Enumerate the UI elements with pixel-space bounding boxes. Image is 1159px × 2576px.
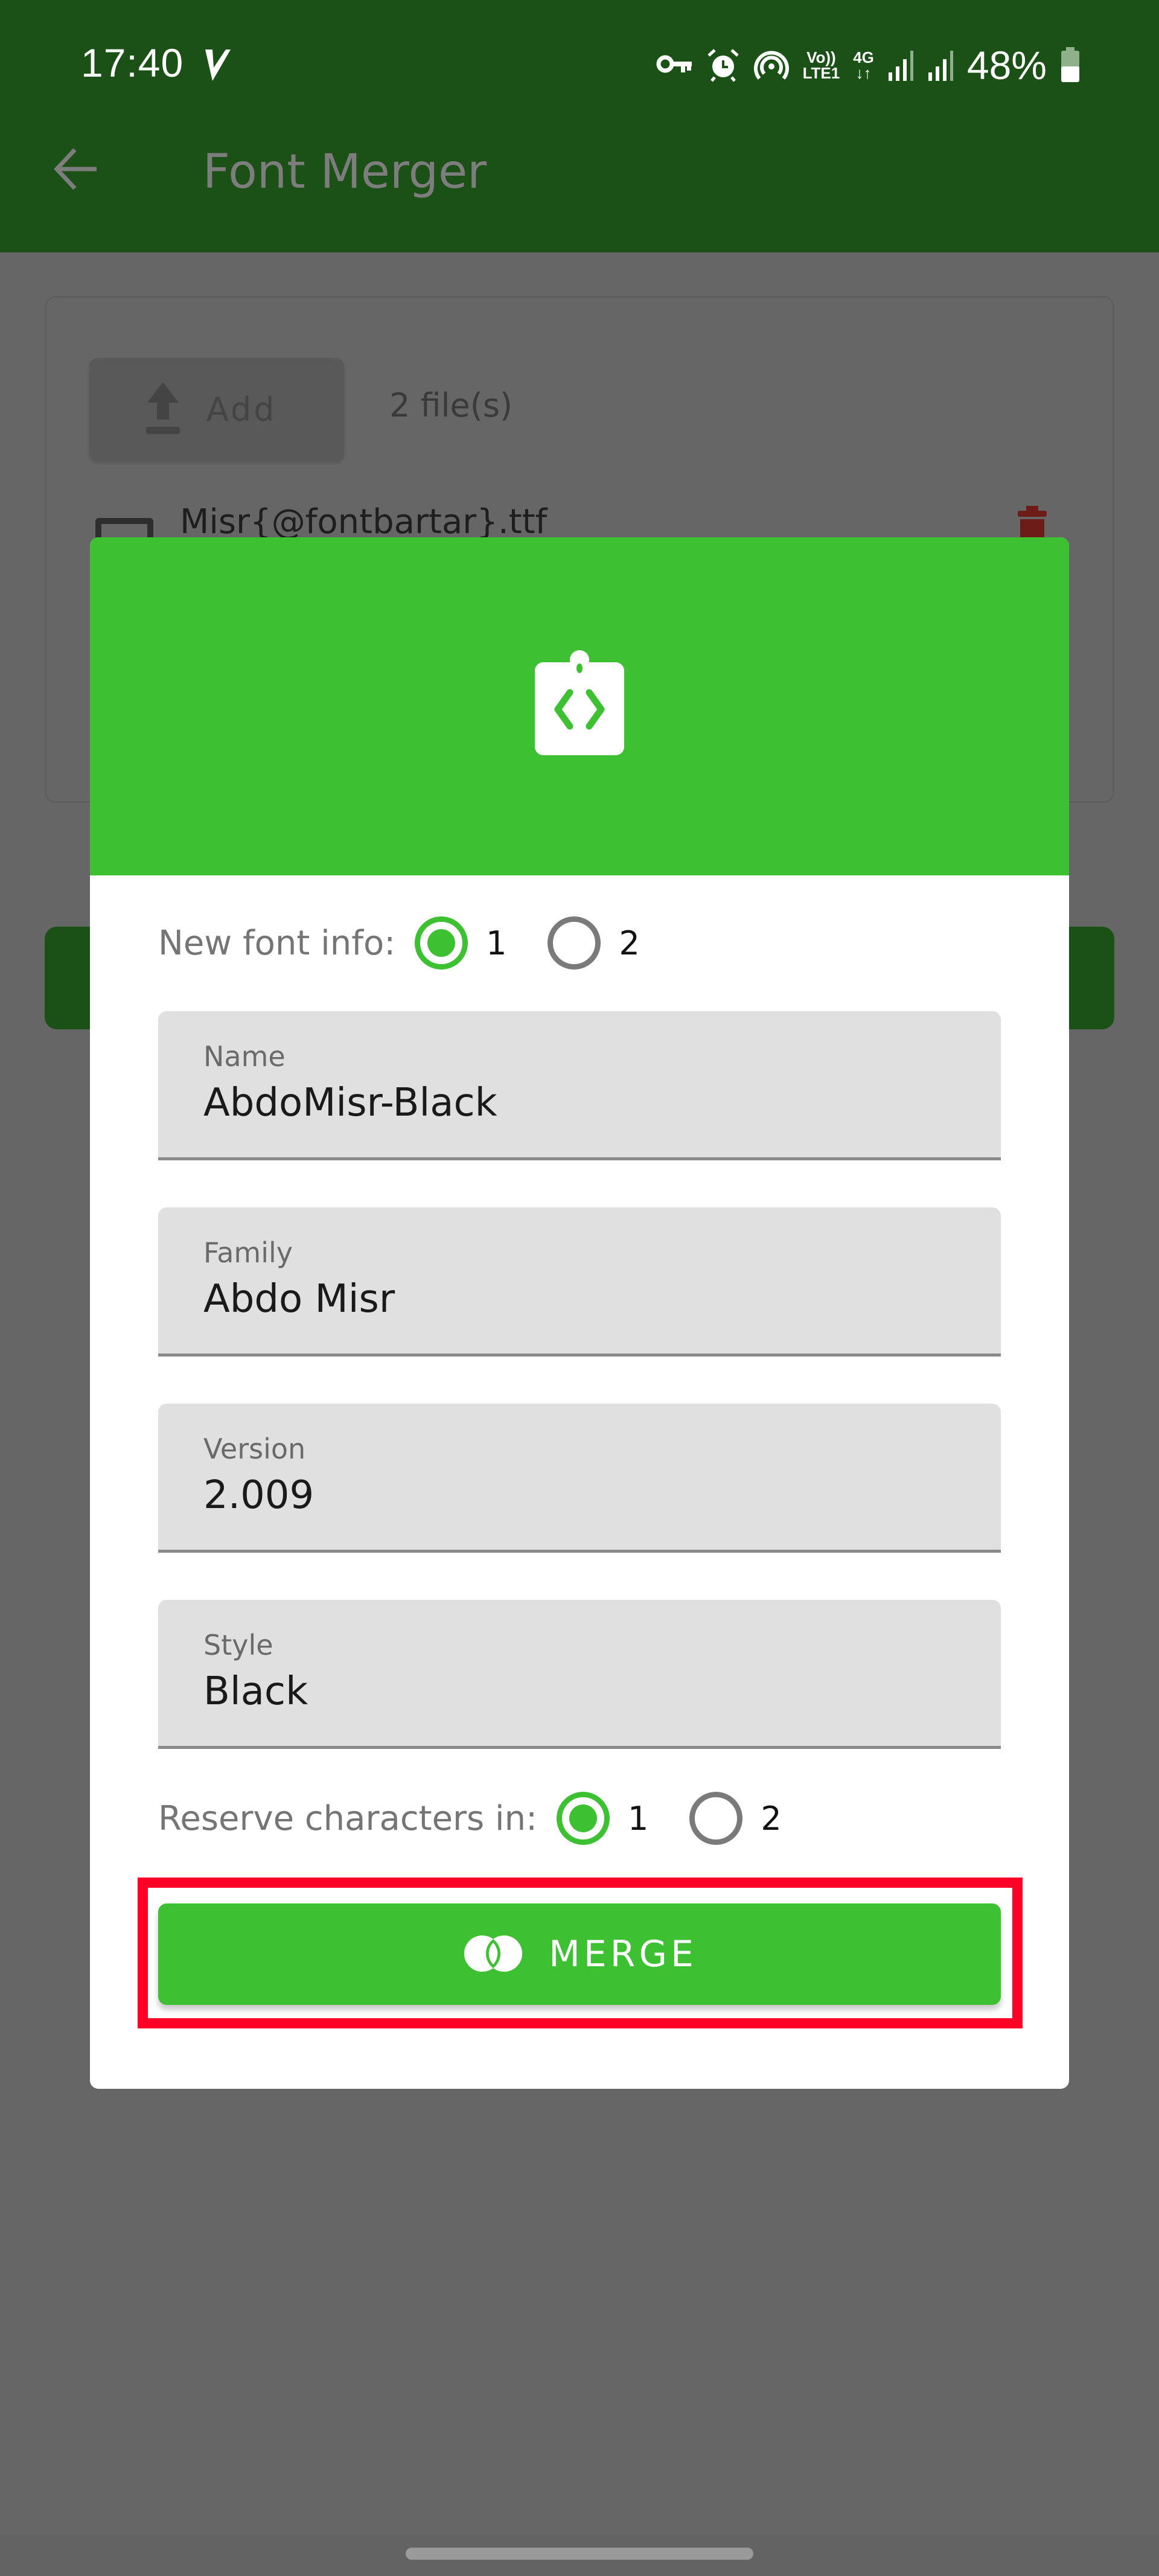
new-font-info-option-1: 1: [486, 924, 507, 962]
4g-data-icon: 4G ↓↑: [853, 50, 874, 81]
upload-icon: [144, 381, 182, 438]
name-field[interactable]: Name: [158, 1011, 1001, 1160]
family-field-label: Family: [203, 1236, 293, 1269]
signal-sim2-icon: [927, 48, 954, 82]
version-field-label: Version: [203, 1433, 306, 1465]
status-icons: Vo)) LTE1 4G ↓↑ 48%: [656, 41, 1081, 89]
name-input[interactable]: [203, 1081, 958, 1125]
family-input[interactable]: [203, 1277, 958, 1322]
new-font-info-option-2: 2: [619, 924, 640, 962]
reserve-characters-radio-2[interactable]: [687, 1789, 745, 1847]
data-arrows: ↓↑: [855, 64, 872, 82]
merge-dialog: New font info: 1 2 Name Family Version S…: [90, 537, 1069, 2089]
network-type-label: 4G: [853, 48, 874, 66]
new-font-info-radio-1[interactable]: [412, 914, 470, 972]
lte1-label: LTE1: [802, 64, 840, 82]
arrow-left-icon[interactable]: [51, 145, 99, 193]
app-title: Font Merger: [203, 145, 487, 199]
name-field-label: Name: [203, 1040, 286, 1073]
reserve-characters-option-2: 2: [761, 1799, 782, 1838]
vpn-key-icon: [656, 53, 693, 77]
delete-icon[interactable]: [1015, 506, 1049, 539]
reserve-characters-option-1: 1: [627, 1799, 649, 1838]
notification-v-icon: [202, 46, 232, 82]
reserve-characters-label: Reserve characters in:: [158, 1798, 537, 1838]
status-time: 17:40: [81, 40, 184, 85]
merge-button[interactable]: MERGE: [158, 1903, 1001, 2005]
family-field[interactable]: Family: [158, 1207, 1001, 1357]
reserve-characters-group: Reserve characters in: 1 2: [158, 1789, 820, 1847]
signal-sim1-icon: [887, 48, 914, 82]
alarm-icon: [706, 48, 740, 82]
new-font-info-label: New font info:: [158, 923, 396, 963]
hotspot-icon: [753, 47, 790, 83]
battery-icon: [1060, 47, 1081, 83]
file-name: Misr{@fontbartar}.ttf: [180, 502, 548, 542]
dialog-header: [90, 537, 1069, 875]
battery-percent: 48%: [966, 43, 1047, 88]
code-badge-icon: [531, 649, 628, 758]
file-count: 2 file(s): [389, 386, 513, 424]
new-font-info-group: New font info: 1 2: [158, 914, 678, 972]
volte-lte1-icon: Vo)) LTE1: [803, 50, 840, 81]
version-field[interactable]: Version: [158, 1404, 1001, 1553]
style-field-label: Style: [203, 1629, 273, 1661]
app-top-bar: [0, 0, 1159, 252]
style-input[interactable]: [203, 1669, 958, 1714]
reserve-characters-radio-1[interactable]: [554, 1789, 612, 1847]
home-indicator[interactable]: [406, 2548, 753, 2560]
style-field[interactable]: Style: [158, 1600, 1001, 1749]
new-font-info-radio-2[interactable]: [545, 914, 603, 972]
merge-button-label: MERGE: [549, 1933, 697, 1975]
version-input[interactable]: [203, 1473, 958, 1518]
add-button-label: Add: [206, 390, 277, 429]
volte-label: Vo)): [806, 48, 836, 66]
merge-circles-icon: [462, 1934, 525, 1975]
add-file-button[interactable]: Add: [89, 358, 344, 461]
